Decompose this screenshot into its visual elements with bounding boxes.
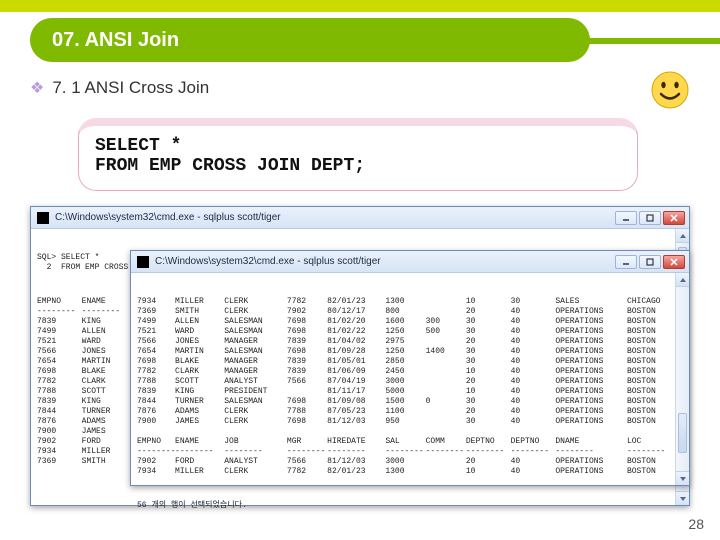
table-row: 7499ALLENSALESMAN769881/02/2016003003040…	[137, 317, 683, 327]
col-header: DEPTNO	[511, 437, 556, 447]
slide-subtitle-row: ❖ 7. 1 ANSI Cross Join	[30, 78, 209, 98]
minimize-button[interactable]	[615, 255, 637, 269]
col-header: EMPNO	[37, 297, 82, 307]
maximize-button[interactable]	[639, 255, 661, 269]
accent-top-bar	[0, 0, 720, 12]
scroll-up-button[interactable]	[676, 229, 689, 243]
table-row: 7844TURNERSALESMAN769881/09/08150003040O…	[137, 397, 683, 407]
col-header: DNAME	[555, 437, 627, 447]
col-header: JOB	[224, 437, 287, 447]
table-row: 7369SMITHCLERK790280/12/178002040OPERATI…	[137, 307, 683, 317]
titlebar[interactable]: C:\Windows\system32\cmd.exe - sqlplus sc…	[131, 251, 689, 273]
table-row: 7934MILLERCLERK778282/01/2313001040OPERA…	[137, 467, 683, 477]
slide-subtitle: 7. 1 ANSI Cross Join	[52, 78, 209, 98]
table-row: 7876ADAMSCLERK778887/05/2311002040OPERAT…	[137, 407, 683, 417]
table-row: 7782CLARKMANAGER783981/06/0924501040OPER…	[137, 367, 683, 377]
app-icon	[37, 212, 49, 224]
terminal-window-front: C:\Windows\system32\cmd.exe - sqlplus sc…	[130, 250, 690, 486]
table-row: 7566JONESMANAGER783981/04/0229752040OPER…	[137, 337, 683, 347]
col-header: MGR	[287, 437, 327, 447]
slide-title-pill: 07. ANSI Join	[30, 18, 590, 62]
diamond-bullet-icon: ❖	[30, 78, 44, 98]
scroll-down-button[interactable]	[676, 471, 689, 485]
app-icon	[137, 256, 149, 268]
table-row: 7654MARTINSALESMAN769881/09/281250140030…	[137, 347, 683, 357]
scroll-up-button[interactable]	[676, 273, 689, 287]
table-row: 7902FORDANALYST756681/12/0330002040OPERA…	[137, 457, 683, 467]
maximize-button[interactable]	[639, 211, 661, 225]
table-row: 7900JAMESCLERK769881/12/039503040OPERATI…	[137, 417, 683, 427]
titlebar[interactable]: C:\Windows\system32\cmd.exe - sqlplus sc…	[31, 207, 689, 229]
table-row: 7698BLAKEMANAGER783981/05/0128503040OPER…	[137, 357, 683, 367]
close-button[interactable]	[663, 255, 685, 269]
col-header: DEPTNO	[466, 437, 511, 447]
scroll-thumb[interactable]	[678, 413, 687, 453]
table-row: 7839KINGPRESIDENT81/11/1750001040OPERATI…	[137, 387, 683, 397]
table-row: 7521WARDSALESMAN769881/02/2212505003040O…	[137, 327, 683, 337]
table-row: 7788SCOTTANALYST756687/04/1930002040OPER…	[137, 377, 683, 387]
sql-code-box: SELECT * FROM EMP CROSS JOIN DEPT;	[78, 118, 638, 191]
close-button[interactable]	[663, 211, 685, 225]
terminal-body: 7934MILLERCLERK778282/01/2313001030SALES…	[131, 273, 689, 537]
window-title: C:\Windows\system32\cmd.exe - sqlplus sc…	[155, 256, 609, 267]
minimize-button[interactable]	[615, 211, 637, 225]
col-header: ENAME	[175, 437, 224, 447]
rows-selected-footer: 56 개의 행이 선택되었습니다.	[137, 501, 683, 511]
col-header: EMPNO	[137, 437, 175, 447]
page-number: 28	[688, 516, 704, 532]
sql-code: SELECT * FROM EMP CROSS JOIN DEPT;	[95, 136, 621, 176]
result-table-front: 7934MILLERCLERK778282/01/2313001030SALES…	[137, 297, 683, 477]
scrollbar-vertical[interactable]	[675, 273, 689, 485]
col-header: COMM	[426, 437, 466, 447]
smiley-icon	[650, 70, 690, 110]
slide-title: 07. ANSI Join	[52, 29, 179, 52]
col-header: HIREDATE	[327, 437, 385, 447]
col-header: SAL	[385, 437, 425, 447]
table-row: 7934MILLERCLERK778282/01/2313001030SALES…	[137, 297, 683, 307]
window-title: C:\Windows\system32\cmd.exe - sqlplus sc…	[55, 212, 609, 223]
